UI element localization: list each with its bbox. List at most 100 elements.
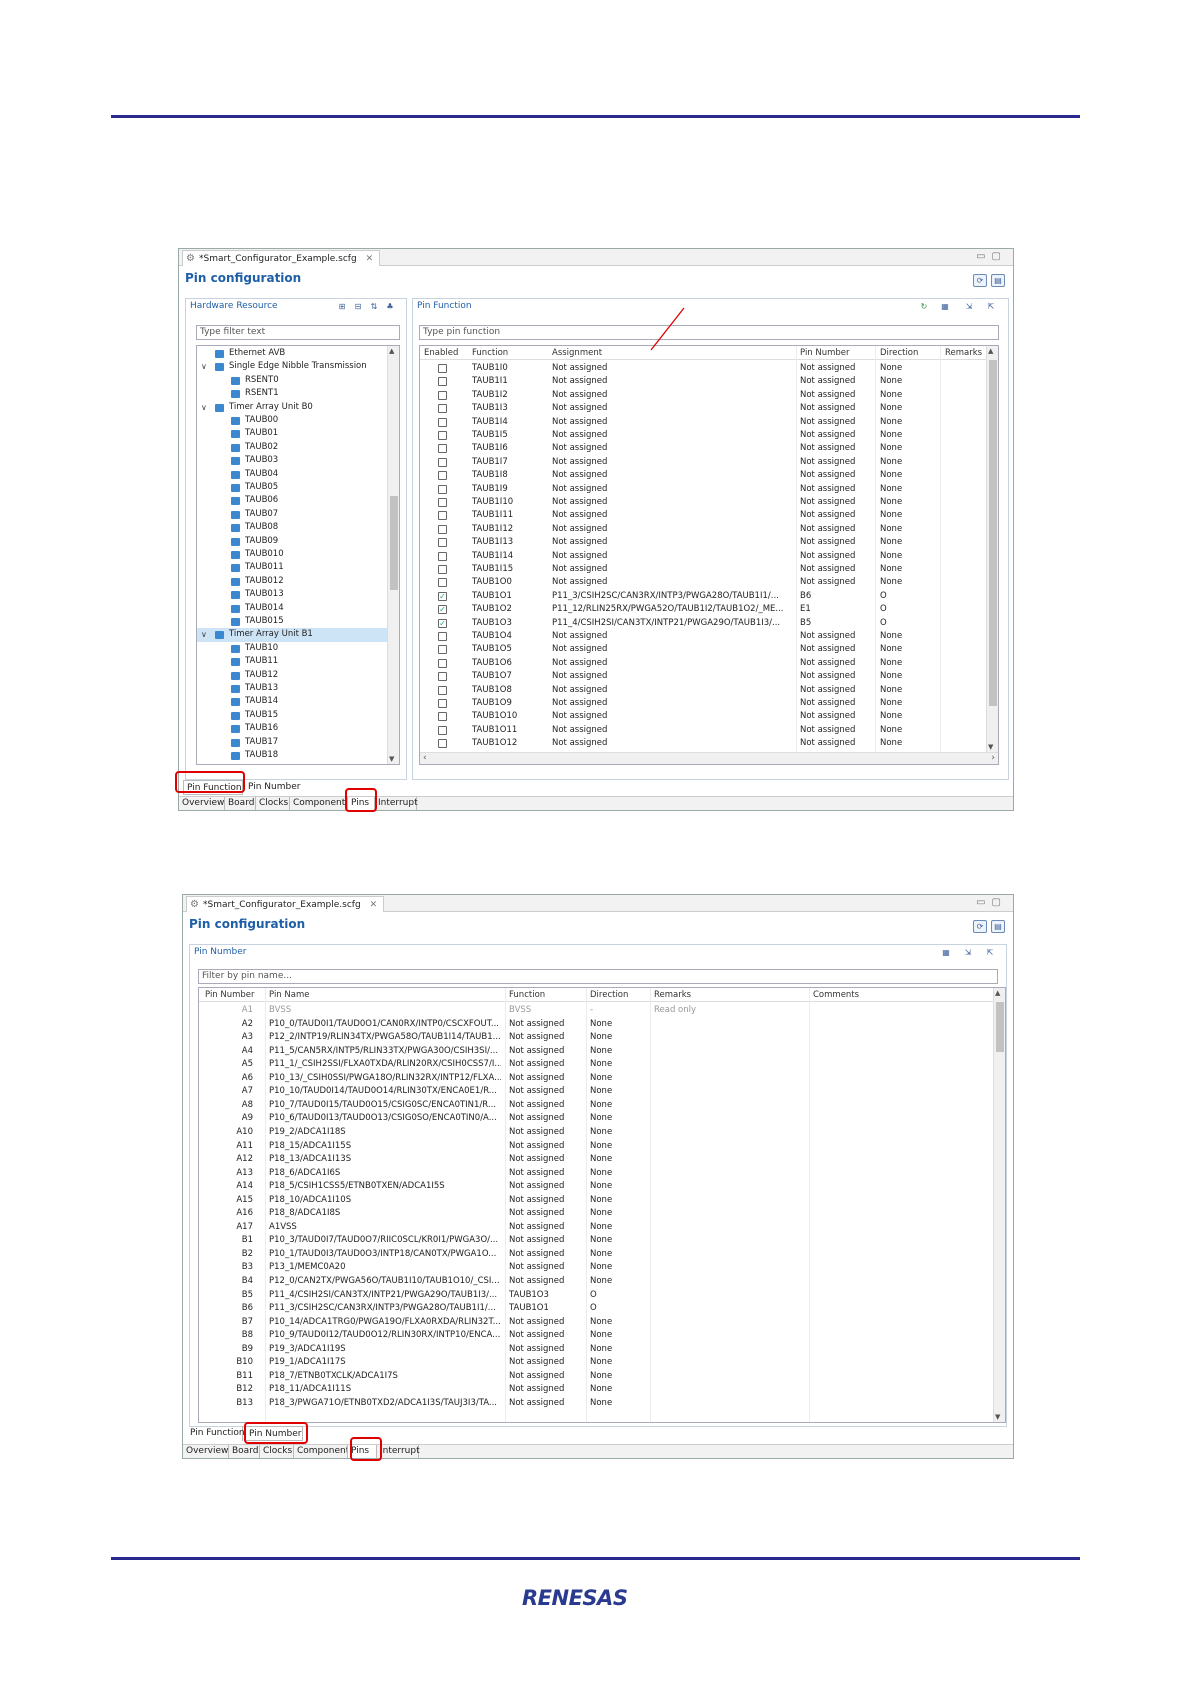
enabled-checkbox[interactable] xyxy=(438,632,447,641)
tab-clocks[interactable]: Clocks xyxy=(260,1445,294,1458)
table-row[interactable]: TAUB1I7 Not assigned Not assigned None xyxy=(420,456,986,469)
table-row[interactable]: A17 A1VSS Not assigned None xyxy=(199,1221,993,1234)
enabled-checkbox[interactable] xyxy=(438,431,447,440)
scrollbar-thumb[interactable] xyxy=(996,1002,1004,1052)
file-tab[interactable]: ⚙ *Smart_Configurator_Example.scfg ✕ xyxy=(182,250,381,266)
table-row[interactable]: TAUB1O12 Not assigned Not assigned None xyxy=(420,737,986,750)
tree-item[interactable]: ∨ Single Edge Nibble Transmission xyxy=(197,360,387,373)
table-row[interactable]: TAUB1I14 Not assigned Not assigned None xyxy=(420,550,986,563)
table-row[interactable]: A14 P18_5/CSIH1CSS5/ETNB0TXEN/ADCA1I5S Not… xyxy=(199,1180,993,1193)
table-row[interactable]: B8 P10_9/TAUD0I12/TAUD0O12/RLIN30RX/INTP1… xyxy=(199,1329,993,1342)
collapse-all-icon[interactable]: ⊟ xyxy=(352,301,364,312)
hardware-filter-input[interactable]: Type filter text xyxy=(196,325,400,340)
table-row[interactable]: TAUB1I3 Not assigned Not assigned None xyxy=(420,402,986,415)
table-row[interactable]: ✓ TAUB1O3 P11_4/CSIH2SI/CAN3TX/INTP21/PWGA… xyxy=(420,617,986,630)
tab-clocks[interactable]: Clocks xyxy=(256,797,290,810)
table-row[interactable]: TAUB1I4 Not assigned Not assigned None xyxy=(420,416,986,429)
tree-item[interactable]: TAUB06 xyxy=(197,494,387,507)
column-header[interactable]: Pin Number xyxy=(205,988,263,1002)
scroll-down-icon[interactable]: ▼ xyxy=(389,755,394,763)
enabled-checkbox[interactable] xyxy=(438,444,447,454)
tree-item[interactable]: TAUB00 xyxy=(197,414,387,427)
enabled-checkbox[interactable] xyxy=(438,672,447,682)
table-row[interactable]: A4 P11_5/CAN5RX/INTP5/RLIN33TX/PWGA30O/CS… xyxy=(199,1045,993,1058)
window-buttons[interactable]: ▭▢ xyxy=(976,897,1007,908)
table-row[interactable]: TAUB1I11 Not assigned Not assigned None xyxy=(420,509,986,522)
tab-interrupt[interactable]: Interrupt xyxy=(375,797,418,810)
tree-item[interactable]: TAUB05 xyxy=(197,481,387,494)
enabled-checkbox[interactable] xyxy=(438,417,447,427)
scroll-right-icon[interactable]: › xyxy=(991,753,995,763)
tab-pin-function[interactable]: Pin Function xyxy=(187,1426,245,1441)
file-tab[interactable]: ⚙ *Smart_Configurator_Example.scfg ✕ xyxy=(186,896,385,912)
table-row[interactable]: TAUB1O4 Not assigned Not assigned None xyxy=(420,630,986,643)
tab-pins[interactable]: Pins xyxy=(348,1445,377,1458)
table-row[interactable]: ✓ TAUB1O1 P11_3/CSIH2SC/CAN3RX/INTP3/PWGA2… xyxy=(420,590,986,603)
column-header[interactable]: Assignment xyxy=(552,346,752,360)
column-header[interactable]: Function xyxy=(509,988,579,1002)
generate-code-icon[interactable]: ⟳ xyxy=(973,274,987,287)
enabled-checkbox[interactable] xyxy=(438,524,447,534)
table-row[interactable]: A11 P18_15/ADCA1I15S Not assigned None xyxy=(199,1140,993,1153)
tree-item[interactable]: TAUB014 xyxy=(197,602,387,615)
expand-all-icon[interactable]: ⊞ xyxy=(336,301,348,312)
tree-item[interactable]: TAUB03 xyxy=(197,454,387,467)
tree-item[interactable]: TAUB01 xyxy=(197,427,387,440)
table-row[interactable]: B10 P19_1/ADCA1I17S Not assigned None xyxy=(199,1356,993,1369)
table-row[interactable]: A10 P19_2/ADCA1I18S Not assigned None xyxy=(199,1126,993,1139)
table-row[interactable]: A13 P18_6/ADCA1I6S Not assigned None xyxy=(199,1167,993,1180)
table-row[interactable]: A7 P10_10/TAUD0I14/TAUD0O14/RLIN30TX/ENCA… xyxy=(199,1085,993,1098)
scrollbar-thumb[interactable] xyxy=(390,496,398,590)
scroll-left-icon[interactable]: ‹ xyxy=(423,753,427,763)
column-header[interactable]: Comments xyxy=(813,988,933,1002)
column-header[interactable]: Remarks xyxy=(654,988,774,1002)
enabled-checkbox[interactable] xyxy=(438,551,447,561)
tree-item[interactable]: TAUB013 xyxy=(197,588,387,601)
table-row[interactable]: TAUB1I10 Not assigned Not assigned None xyxy=(420,496,986,509)
table-scrollbar[interactable]: ▲ ▼ xyxy=(993,988,1005,1422)
tree-item[interactable]: TAUB02 xyxy=(197,441,387,454)
tree-item[interactable]: TAUB08 xyxy=(197,521,387,534)
pin-number-table[interactable]: Pin Number Pin Name Function Direction R… xyxy=(198,987,1006,1423)
column-header[interactable]: Remarks xyxy=(945,346,990,360)
report-icon[interactable]: ▤ xyxy=(991,920,1005,933)
enabled-checkbox[interactable] xyxy=(438,712,447,722)
tree-item[interactable]: TAUB15 xyxy=(197,709,387,722)
table-row[interactable]: TAUB1I13 Not assigned Not assigned None xyxy=(420,536,986,549)
scrollbar-thumb[interactable] xyxy=(989,360,997,706)
tree-item[interactable]: Ethernet AVB xyxy=(197,347,387,360)
save-icon[interactable]: ▦ xyxy=(939,301,951,312)
enabled-checkbox[interactable] xyxy=(438,739,447,749)
enabled-checkbox[interactable] xyxy=(438,484,447,494)
table-row[interactable]: A6 P10_13/_CSIH0SSI/PWGA18O/RLIN32RX/INTP… xyxy=(199,1072,993,1085)
pin-function-table[interactable]: Enabled Function Assignment Pin Number D… xyxy=(419,345,999,765)
table-row[interactable]: TAUB1I15 Not assigned Not assigned None xyxy=(420,563,986,576)
table-row[interactable]: TAUB1I0 Not assigned Not assigned None xyxy=(420,362,986,375)
enabled-checkbox[interactable] xyxy=(438,699,447,708)
hardware-tree[interactable]: ▲ ▼ Ethernet AVB ∨ Single Edge Nibble Tran… xyxy=(196,345,400,765)
table-row[interactable]: B1 P10_3/TAUD0I7/TAUD0O7/RIIC0SCL/KR0I1/P… xyxy=(199,1234,993,1247)
export-icon[interactable]: ⇱ xyxy=(985,301,997,312)
table-row[interactable]: A12 P18_13/ADCA1I13S Not assigned None xyxy=(199,1153,993,1166)
enabled-checkbox[interactable] xyxy=(438,658,447,668)
column-header[interactable]: Direction xyxy=(880,346,940,360)
table-row[interactable]: B13 P18_3/PWGA71O/ETNB0TXD2/ADCA1I3S/TAUJ… xyxy=(199,1397,993,1410)
enabled-checkbox[interactable] xyxy=(438,457,447,467)
import-icon[interactable]: ⇲ xyxy=(963,301,975,312)
enabled-checkbox[interactable] xyxy=(438,725,447,735)
refresh-icon[interactable]: ↻ xyxy=(918,301,930,312)
table-row[interactable]: B2 P10_1/TAUD0I3/TAUD0O3/INTP18/CAN0TX/PW… xyxy=(199,1248,993,1261)
tree-item[interactable]: TAUB13 xyxy=(197,682,387,695)
tree-item[interactable]: TAUB010 xyxy=(197,548,387,561)
table-row[interactable]: A1 BVSS BVSS - Read only xyxy=(199,1004,993,1017)
enabled-checkbox[interactable] xyxy=(438,471,447,481)
tree-item[interactable]: TAUB16 xyxy=(197,722,387,735)
column-header[interactable]: Pin Name xyxy=(269,988,469,1002)
enabled-checkbox[interactable] xyxy=(438,538,447,548)
enabled-checkbox[interactable] xyxy=(438,364,447,373)
enabled-checkbox[interactable]: ✓ xyxy=(438,591,447,601)
tree-item[interactable]: TAUB04 xyxy=(197,468,387,481)
enabled-checkbox[interactable] xyxy=(438,578,447,588)
import-icon[interactable]: ⇲ xyxy=(962,947,974,958)
column-header[interactable]: Function xyxy=(472,346,542,360)
